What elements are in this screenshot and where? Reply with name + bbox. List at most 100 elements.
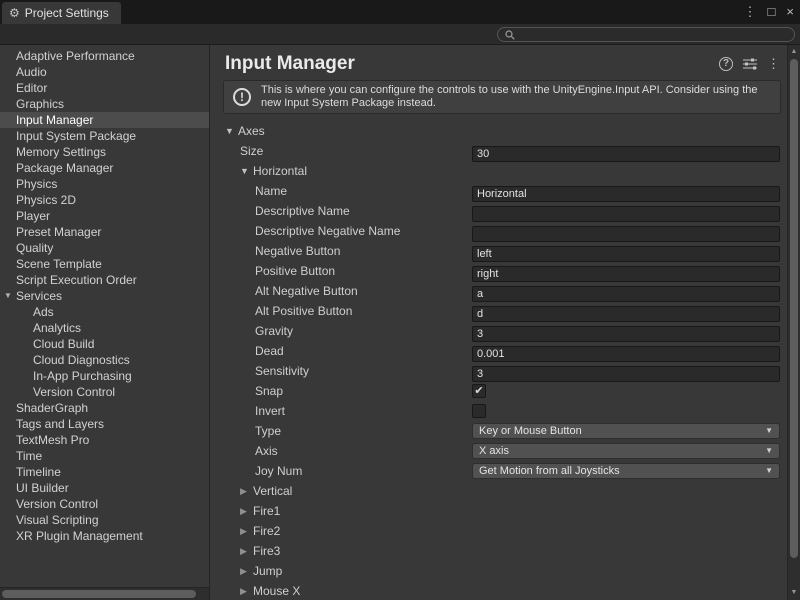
sidebar-item-shadergraph[interactable]: ShaderGraph (0, 400, 209, 416)
sidebar-item-player[interactable]: Player (0, 208, 209, 224)
sidebar-item-label: ShaderGraph (16, 401, 88, 415)
settings-row-axis: AxisX axis▼ (211, 441, 787, 461)
text-field-sensitivity[interactable] (472, 366, 780, 382)
row-label: Joy Num (255, 464, 302, 478)
sidebar-item-physics-2d[interactable]: Physics 2D (0, 192, 209, 208)
foldout-open-icon[interactable]: ▼ (4, 288, 12, 304)
foldout-closed-icon[interactable]: ▶ (240, 541, 253, 561)
sidebar-item-audio[interactable]: Audio (0, 64, 209, 80)
scroll-down-icon[interactable]: ▼ (788, 587, 800, 599)
sidebar-item-label: Physics 2D (16, 193, 76, 207)
sidebar-item-xr-plugin-management[interactable]: XR Plugin Management (0, 528, 209, 544)
text-field-name[interactable] (472, 186, 780, 202)
sidebar-item-ads[interactable]: Ads (0, 304, 209, 320)
sidebar-item-version-control[interactable]: Version Control (0, 496, 209, 512)
search-icon (505, 30, 515, 40)
sidebar-item-graphics[interactable]: Graphics (0, 96, 209, 112)
foldout-axes[interactable]: ▼Axes (211, 121, 787, 141)
sidebar-item-visual-scripting[interactable]: Visual Scripting (0, 512, 209, 528)
sidebar-item-label: Time (16, 449, 42, 463)
sidebar-item-quality[interactable]: Quality (0, 240, 209, 256)
row-label: Horizontal (253, 164, 307, 178)
row-label: Negative Button (255, 244, 340, 258)
maximize-icon[interactable]: □ (768, 0, 776, 24)
window-menu-icon[interactable]: ⋮ (744, 0, 757, 24)
foldout-jump[interactable]: ▶Jump (211, 561, 787, 581)
foldout-closed-icon[interactable]: ▶ (240, 561, 253, 581)
checkbox-snap[interactable]: ✔ (472, 384, 486, 398)
foldout-fire3[interactable]: ▶Fire3 (211, 541, 787, 561)
foldout-vertical[interactable]: ▶Vertical (211, 481, 787, 501)
sidebar-horizontal-scrollbar[interactable] (0, 587, 210, 600)
foldout-open-icon[interactable]: ▼ (225, 121, 238, 141)
scrollbar-thumb[interactable] (790, 59, 798, 558)
sidebar-item-input-system-package[interactable]: Input System Package (0, 128, 209, 144)
scrollbar-thumb[interactable] (2, 590, 196, 598)
sidebar-item-memory-settings[interactable]: Memory Settings (0, 144, 209, 160)
sidebar-item-in-app-purchasing[interactable]: In-App Purchasing (0, 368, 209, 384)
text-field-gravity[interactable] (472, 326, 780, 342)
foldout-mouse-x[interactable]: ▶Mouse X (211, 581, 787, 600)
text-field-alt-positive-button[interactable] (472, 306, 780, 322)
sidebar-item-scene-template[interactable]: Scene Template (0, 256, 209, 272)
sidebar-item-services[interactable]: ▼Services (0, 288, 209, 304)
dropdown-type[interactable]: Key or Mouse Button▼ (472, 423, 780, 439)
settings-row-size: Size (211, 141, 787, 161)
text-field-dead[interactable] (472, 346, 780, 362)
sidebar-item-analytics[interactable]: Analytics (0, 320, 209, 336)
foldout-closed-icon[interactable]: ▶ (240, 481, 253, 501)
settings-row-name: Name (211, 181, 787, 201)
foldout-closed-icon[interactable]: ▶ (240, 501, 253, 521)
close-icon[interactable]: × (786, 0, 794, 24)
foldout-closed-icon[interactable]: ▶ (240, 521, 253, 541)
sidebar-item-cloud-diagnostics[interactable]: Cloud Diagnostics (0, 352, 209, 368)
presets-icon[interactable] (743, 58, 757, 70)
foldout-closed-icon[interactable]: ▶ (240, 581, 253, 600)
main-panel: Input Manager ? ⋮ ! This is where you ca… (211, 45, 787, 600)
foldout-horizontal[interactable]: ▼Horizontal (211, 161, 787, 181)
scroll-up-icon[interactable]: ▲ (788, 46, 800, 58)
dropdown-joy-num[interactable]: Get Motion from all Joysticks▼ (472, 463, 780, 479)
sidebar-item-version-control[interactable]: Version Control (0, 384, 209, 400)
text-field-negative-button[interactable] (472, 246, 780, 262)
foldout-open-icon[interactable]: ▼ (240, 161, 253, 181)
main-vertical-scrollbar[interactable]: ▲ ▼ (787, 45, 800, 600)
sidebar-item-preset-manager[interactable]: Preset Manager (0, 224, 209, 240)
sidebar-item-input-manager[interactable]: Input Manager (0, 112, 209, 128)
search-box[interactable] (497, 27, 795, 42)
text-field-size[interactable] (472, 146, 780, 162)
sidebar-item-ui-builder[interactable]: UI Builder (0, 480, 209, 496)
text-field-positive-button[interactable] (472, 266, 780, 282)
sidebar-item-tags-and-layers[interactable]: Tags and Layers (0, 416, 209, 432)
help-icon[interactable]: ? (719, 57, 733, 71)
foldout-fire1[interactable]: ▶Fire1 (211, 501, 787, 521)
row-label: Gravity (255, 324, 293, 338)
sidebar-item-package-manager[interactable]: Package Manager (0, 160, 209, 176)
text-field-descriptive-negative-name[interactable] (472, 226, 780, 242)
sidebar-item-textmesh-pro[interactable]: TextMesh Pro (0, 432, 209, 448)
row-label: Axes (238, 124, 265, 138)
sidebar-item-timeline[interactable]: Timeline (0, 464, 209, 480)
sidebar-item-label: Adaptive Performance (16, 49, 135, 63)
dropdown-value: Key or Mouse Button (479, 424, 582, 438)
info-icon: ! (233, 88, 251, 106)
sidebar-item-cloud-build[interactable]: Cloud Build (0, 336, 209, 352)
dropdown-axis[interactable]: X axis▼ (472, 443, 780, 459)
sidebar-item-editor[interactable]: Editor (0, 80, 209, 96)
text-field-descriptive-name[interactable] (472, 206, 780, 222)
checkbox-invert[interactable] (472, 404, 486, 418)
search-input[interactable] (520, 29, 787, 41)
sidebar-item-label: Cloud Diagnostics (33, 353, 130, 367)
gear-icon: ⚙ (9, 6, 20, 20)
sidebar-item-time[interactable]: Time (0, 448, 209, 464)
context-menu-icon[interactable]: ⋮ (767, 56, 780, 72)
sidebar-item-adaptive-performance[interactable]: Adaptive Performance (0, 48, 209, 64)
text-field-alt-negative-button[interactable] (472, 286, 780, 302)
window-tab-project-settings[interactable]: ⚙ Project Settings (2, 2, 121, 24)
sidebar-item-physics[interactable]: Physics (0, 176, 209, 192)
row-label: Type (255, 424, 281, 438)
dropdown-arrow-icon: ▼ (765, 461, 773, 481)
sidebar-item-script-execution-order[interactable]: Script Execution Order (0, 272, 209, 288)
row-label: Alt Negative Button (255, 284, 358, 298)
foldout-fire2[interactable]: ▶Fire2 (211, 521, 787, 541)
